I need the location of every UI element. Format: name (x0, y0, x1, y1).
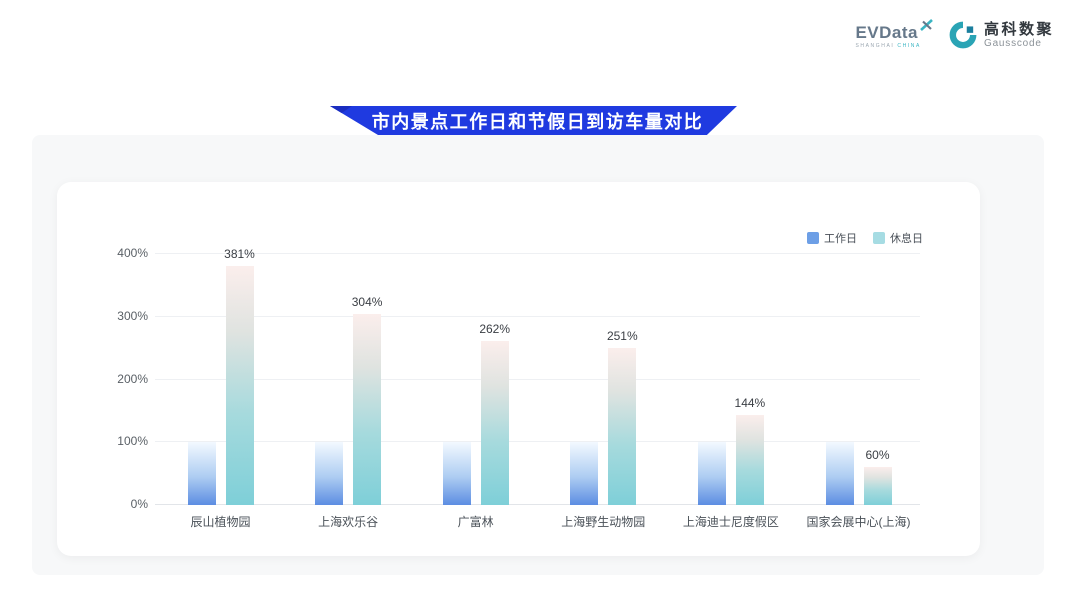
value-label: 251% (592, 329, 652, 343)
y-tick-label: 100% (117, 434, 148, 448)
evdata-logo-top: EVData (855, 24, 934, 41)
gausscode-logo: 高科数聚 Gausscode (948, 20, 1054, 50)
y-tick-label: 0% (131, 497, 148, 511)
banner-fold-accent (330, 106, 352, 121)
category-label: 上海野生动物园 (533, 513, 673, 530)
category-label: 辰山植物园 (151, 513, 291, 530)
legend-swatch (807, 232, 819, 244)
page-title: 市内景点工作日和节假日到访车量对比 (364, 108, 704, 134)
evdata-tagline: SHANGHAI CHINA (855, 43, 920, 49)
plot-area: 381%辰山植物园304%上海欢乐谷262%广富林251%上海野生动物园144%… (155, 254, 920, 505)
category-label: 国家会展中心(上海) (789, 513, 929, 530)
evdata-logo-text: EVData (855, 24, 918, 41)
bar-holiday[interactable] (226, 266, 254, 505)
gausscode-logo-text: 高科数聚 Gausscode (984, 21, 1054, 50)
gridline (155, 316, 920, 317)
bar-holiday[interactable] (481, 341, 509, 505)
header-logos: EVData SHANGHAI CHINA 高科数聚 Gausscode (855, 20, 1054, 50)
gridline (155, 441, 920, 442)
gridline (155, 379, 920, 380)
gausscode-g-icon (948, 20, 978, 50)
y-axis: 0%100%200%300%400% (57, 254, 148, 505)
bar-holiday[interactable] (736, 415, 764, 505)
evdata-x-icon (919, 19, 934, 32)
bar-workday[interactable] (188, 442, 216, 505)
category-label: 上海欢乐谷 (278, 513, 418, 530)
chart-card: 工作日休息日 0%100%200%300%400% 381%辰山植物园304%上… (57, 182, 980, 556)
legend-item-workday[interactable]: 工作日 (807, 230, 857, 246)
bar-workday[interactable] (443, 442, 471, 505)
gausscode-cn-label: 高科数聚 (984, 21, 1054, 38)
category-label: 广富林 (406, 513, 546, 530)
value-label: 60% (848, 448, 908, 462)
value-label: 262% (465, 322, 525, 336)
legend-swatch (873, 232, 885, 244)
evdata-tagline-left: SHANGHAI (855, 43, 894, 49)
value-label: 304% (337, 295, 397, 309)
chart-legend: 工作日 休息日 (807, 230, 923, 246)
bar-holiday[interactable] (608, 348, 636, 506)
value-label: 381% (210, 247, 270, 261)
content-panel: 工作日休息日 0%100%200%300%400% 381%辰山植物园304%上… (32, 135, 1044, 575)
legend-item-holiday[interactable]: 休息日 (873, 230, 923, 246)
legend-label: 休息日 (890, 230, 923, 246)
y-tick-label: 200% (117, 372, 148, 386)
evdata-tagline-right: CHINA (897, 43, 921, 49)
gausscode-en-label: Gausscode (984, 38, 1054, 50)
title-banner: 市内景点工作日和节假日到访车量对比 (330, 106, 737, 135)
bar-holiday[interactable] (353, 314, 381, 505)
bar-workday[interactable] (570, 442, 598, 505)
legend-label: 工作日 (824, 230, 857, 246)
gridline (155, 504, 920, 505)
bar-workday[interactable] (315, 442, 343, 505)
y-tick-label: 400% (117, 246, 148, 260)
value-label: 144% (720, 396, 780, 410)
evdata-logo: EVData SHANGHAI CHINA (855, 20, 934, 49)
y-tick-label: 300% (117, 309, 148, 323)
bar-workday[interactable] (698, 442, 726, 505)
category-label: 上海迪士尼度假区 (661, 513, 801, 530)
bar-holiday[interactable] (864, 467, 892, 505)
gridline (155, 253, 920, 254)
